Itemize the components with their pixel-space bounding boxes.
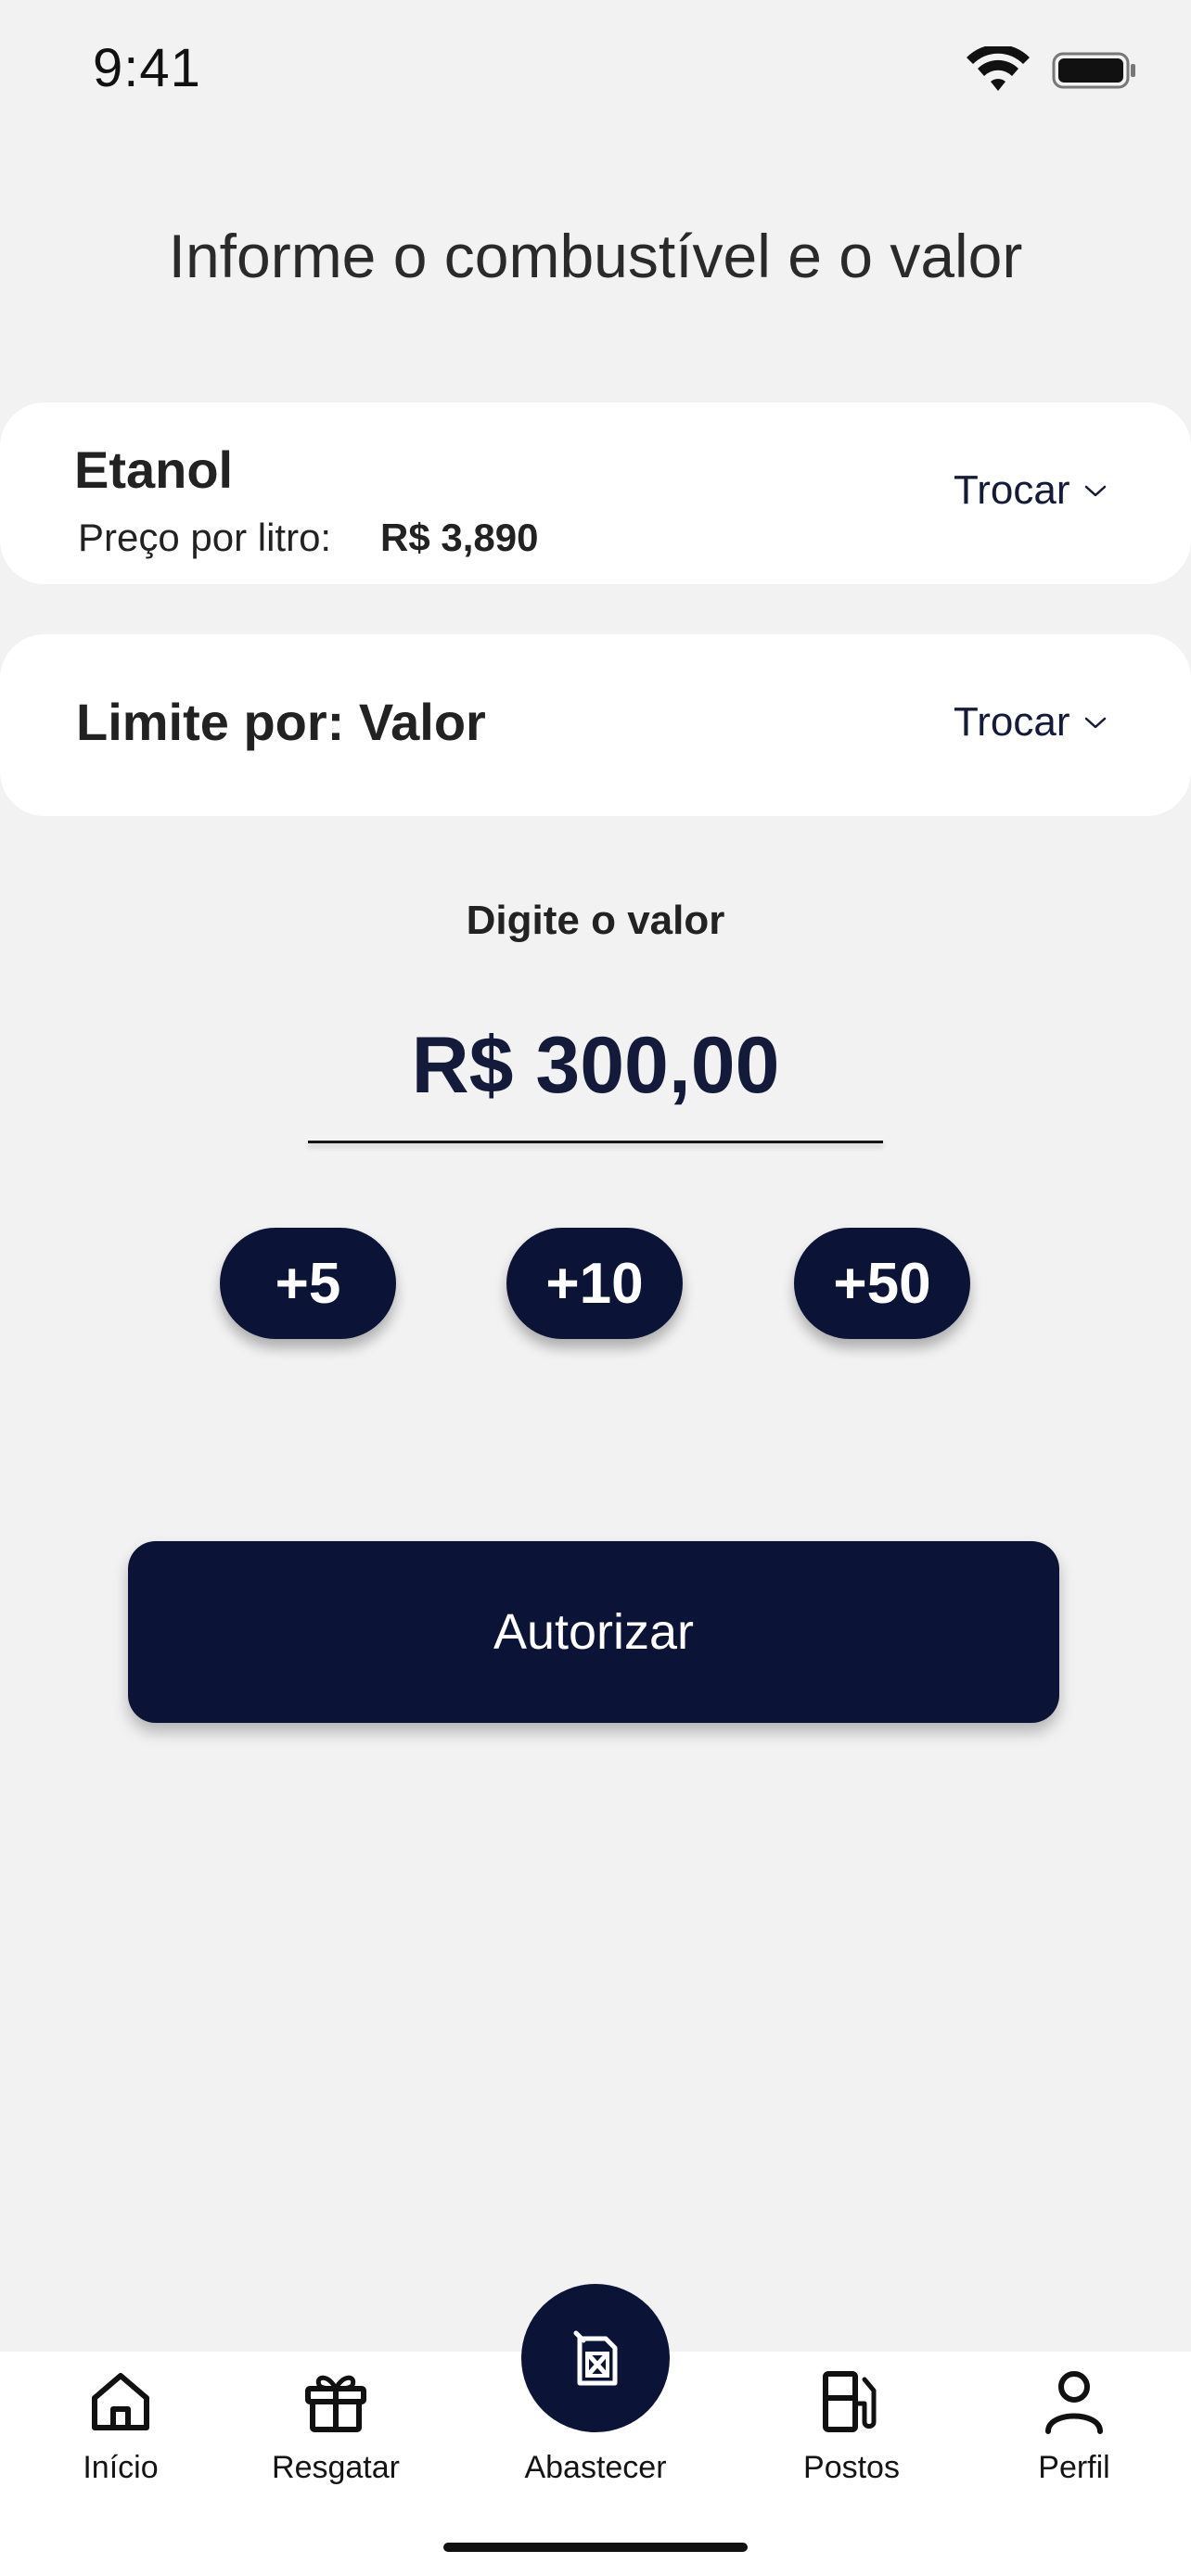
limit-label: Limite por: Valor [76, 693, 486, 751]
gas-station-icon [823, 2371, 877, 2432]
change-limit-button[interactable]: Trocar [954, 699, 1108, 746]
tab-resgatar-label: Resgatar [272, 2450, 400, 2485]
status-time: 9:41 [93, 38, 201, 98]
amount-label: Digite o valor [466, 898, 725, 943]
authorize-button[interactable]: Autorizar [128, 1541, 1059, 1723]
tab-abastecer-label: Abastecer [524, 2450, 667, 2485]
tab-inicio[interactable]: Início [19, 2363, 223, 2502]
home-indicator [443, 2543, 748, 2552]
tab-inicio-label: Início [83, 2450, 159, 2485]
page-title: Informe o combustível e o valor [168, 222, 1023, 290]
fuel-price-value: R$ 3,890 [380, 516, 539, 559]
tab-postos-label: Postos [803, 2450, 900, 2485]
fuel-name: Etanol [74, 440, 234, 499]
chevron-down-icon [1084, 717, 1106, 729]
tab-perfil-label: Perfil [1038, 2450, 1110, 2485]
add-5-button[interactable]: +5 [220, 1228, 396, 1339]
change-fuel-label: Trocar [954, 467, 1070, 513]
tab-abastecer[interactable] [521, 2284, 670, 2432]
fuel-price-label: Preço por litro: [78, 516, 332, 559]
tab-perfil[interactable]: Perfil [972, 2363, 1176, 2502]
chevron-down-icon [1084, 485, 1106, 497]
amount-input[interactable]: R$ 300,00 [310, 1005, 881, 1144]
tab-postos[interactable]: Postos [749, 2363, 954, 2502]
add-10-button[interactable]: +10 [506, 1228, 683, 1339]
home-icon [92, 2373, 149, 2430]
change-fuel-button[interactable]: Trocar [954, 467, 1108, 514]
wifi-icon [967, 46, 1030, 91]
user-icon [1045, 2371, 1103, 2434]
amount-underline [308, 1141, 883, 1143]
add-50-button[interactable]: +50 [794, 1228, 970, 1339]
tab-resgatar[interactable]: Resgatar [234, 2363, 438, 2502]
change-limit-label: Trocar [954, 699, 1070, 745]
gift-icon [305, 2375, 366, 2432]
fuel-can-icon [573, 2330, 618, 2386]
battery-icon [1052, 52, 1135, 89]
